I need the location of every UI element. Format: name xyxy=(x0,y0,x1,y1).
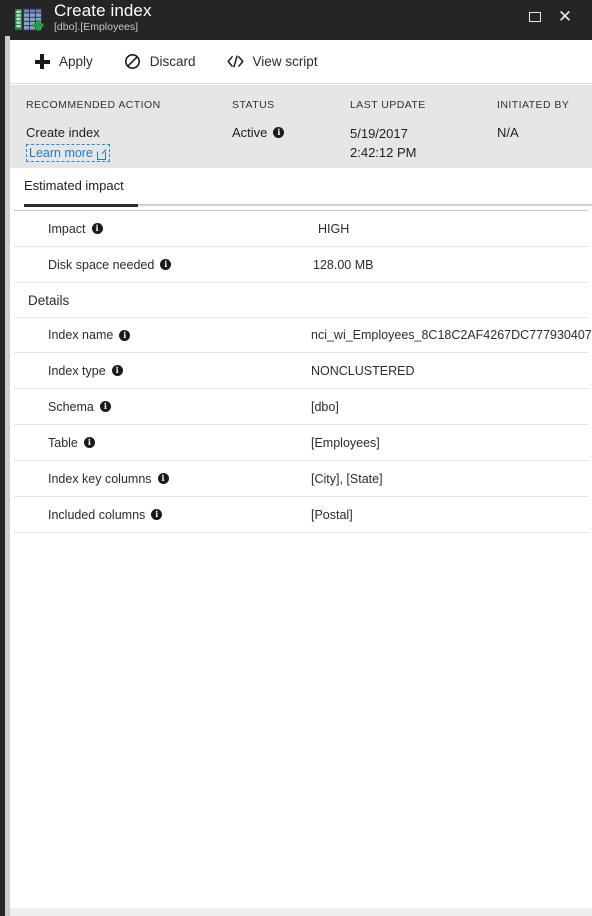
row-value-included-columns: [Postal] xyxy=(311,507,353,522)
row-label-index-type: Index type i xyxy=(48,364,123,378)
row-label-schema: Schema i xyxy=(48,400,111,414)
apply-button-label: Apply xyxy=(59,54,93,69)
table-row: Included columns i [Postal] xyxy=(14,497,588,533)
info-value-last-update-time: 2:42:12 PM xyxy=(350,145,417,160)
plus-icon xyxy=(32,52,52,72)
row-value-impact: HIGH xyxy=(318,221,350,236)
tab-bar: Estimated impact xyxy=(10,168,592,208)
tab-estimated-impact[interactable]: Estimated impact xyxy=(24,178,124,199)
command-toolbar: Apply Discard View script xyxy=(10,40,592,84)
create-index-window: Create index [dbo].[Employees] ✕ Apply D… xyxy=(0,0,592,916)
create-index-table-icon xyxy=(14,6,44,34)
info-icon[interactable]: i xyxy=(151,509,163,520)
info-icon[interactable]: i xyxy=(157,473,169,484)
close-button[interactable]: ✕ xyxy=(550,2,580,32)
info-column-recommended-action: RECOMMENDED ACTION Create index Learn mo… xyxy=(26,99,161,162)
close-icon: ✕ xyxy=(557,6,573,27)
maximize-restore-button[interactable] xyxy=(520,2,550,32)
table-row: Disk space needed i 128.00 MB xyxy=(14,247,588,283)
view-script-button[interactable]: View script xyxy=(224,47,320,77)
table-row: Schema i [dbo] xyxy=(14,389,588,425)
details-section-heading: Details xyxy=(28,292,70,308)
info-icon[interactable]: i xyxy=(119,329,131,341)
window-title: Create index xyxy=(54,1,152,20)
info-value-initiated-by: N/A xyxy=(497,125,519,140)
info-icon[interactable]: i xyxy=(273,127,285,138)
info-icon[interactable]: i xyxy=(99,401,111,412)
learn-more-link[interactable]: Learn more xyxy=(26,144,110,162)
row-value-table: [Employees] xyxy=(311,435,380,450)
row-label-disk-space-needed: Disk space needed i xyxy=(48,258,172,272)
row-value-schema: [dbo] xyxy=(311,399,339,414)
row-label-index-key-columns: Index key columns i xyxy=(48,472,169,486)
window-subtitle: [dbo].[Employees] xyxy=(54,20,139,33)
status-badge: Active i xyxy=(232,124,285,141)
row-label-impact: Impact i xyxy=(48,222,103,236)
info-value-recommended-action: Create index xyxy=(26,125,100,140)
tab-underline-track xyxy=(24,204,592,207)
table-row: Index key columns i [City], [State] xyxy=(14,461,588,497)
window-left-gutter xyxy=(5,36,10,916)
discard-prohibited-icon xyxy=(123,52,143,72)
info-icon[interactable]: i xyxy=(83,437,95,448)
apply-button[interactable]: Apply xyxy=(30,47,95,77)
recommended-action-info-bar: RECOMMENDED ACTION Create index Learn mo… xyxy=(10,85,592,168)
table-row: Index type i NONCLUSTERED xyxy=(14,353,588,389)
view-script-button-label: View script xyxy=(252,54,318,69)
row-label-index-name: Index name i xyxy=(48,328,131,342)
info-header-recommended-action: RECOMMENDED ACTION xyxy=(26,99,161,111)
info-header-status: STATUS xyxy=(232,99,275,111)
learn-more-label: Learn more xyxy=(29,146,93,160)
discard-button[interactable]: Discard xyxy=(121,47,198,77)
info-header-last-update: LAST UPDATE xyxy=(350,99,426,111)
info-column-status: STATUS Active i xyxy=(232,99,285,141)
tab-active-indicator xyxy=(24,204,138,207)
title-bar: Create index [dbo].[Employees] ✕ xyxy=(0,0,592,40)
row-label-table: Table i xyxy=(48,436,95,450)
info-icon[interactable]: i xyxy=(111,365,123,376)
row-label-included-columns: Included columns i xyxy=(48,508,163,522)
table-row: Table i [Employees] xyxy=(14,425,588,461)
row-value-index-type: NONCLUSTERED xyxy=(311,363,415,378)
row-value-index-key-columns: [City], [State] xyxy=(311,471,383,486)
table-row: Index name i nci_wi_Employees_8C18C2AF42… xyxy=(14,317,592,353)
maximize-restore-icon xyxy=(529,12,541,22)
external-link-icon xyxy=(96,149,106,160)
content-area: Impact i HIGH Disk space needed i 128.00… xyxy=(10,210,592,533)
discard-button-label: Discard xyxy=(149,54,196,69)
info-header-initiated-by: INITIATED BY xyxy=(497,99,570,111)
row-value-disk-space-needed: 128.00 MB xyxy=(313,257,374,272)
info-value-last-update-date: 5/19/2017 xyxy=(350,126,408,141)
table-row: Impact i HIGH xyxy=(14,211,588,247)
code-brackets-icon xyxy=(226,52,246,72)
info-column-initiated-by: INITIATED BY N/A xyxy=(497,99,569,141)
window-controls: ✕ xyxy=(520,0,592,34)
info-icon[interactable]: i xyxy=(160,259,172,270)
info-icon[interactable]: i xyxy=(91,223,103,234)
info-column-last-update: LAST UPDATE 5/19/2017 2:42:12 PM xyxy=(350,99,426,162)
window-left-border xyxy=(0,0,5,916)
info-value-status: Active xyxy=(232,125,268,140)
window-bottom-gutter xyxy=(0,908,592,916)
row-value-index-name: nci_wi_Employees_8C18C2AF4267DC777930407… xyxy=(311,328,592,342)
